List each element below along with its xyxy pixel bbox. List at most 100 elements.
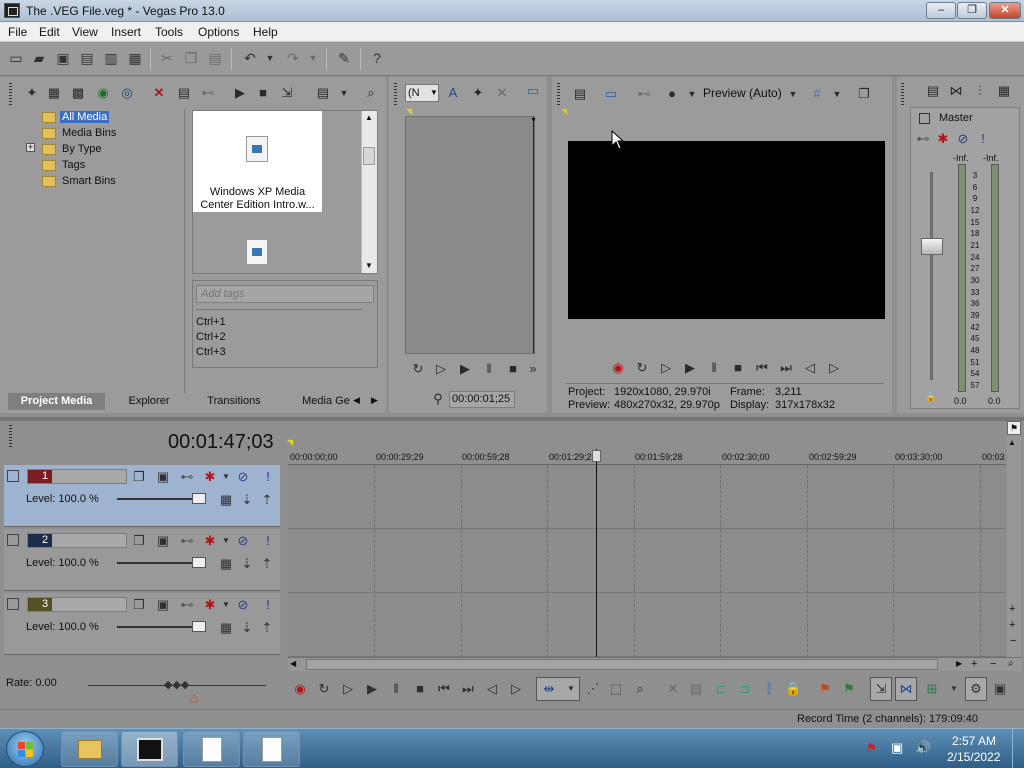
tree-item-smart-bins[interactable]: Smart Bins (62, 175, 116, 187)
trimmer-display-icon[interactable]: ▭ (525, 83, 541, 99)
track-motion-icon[interactable]: ❐ (131, 533, 147, 549)
media-properties-icon[interactable]: ▤ (176, 85, 192, 101)
mixer-meters-icon[interactable]: ⫶ (972, 83, 988, 99)
network-icon[interactable]: ▣ (891, 740, 903, 756)
stop-icon[interactable]: ■ (730, 360, 746, 376)
track-fx-icon[interactable]: ✱ (202, 469, 218, 485)
play-from-start-icon[interactable]: ▷ (340, 681, 356, 697)
maximize-button[interactable]: ❐ (957, 2, 987, 19)
timeline-horizontal-scroll[interactable]: ◀ ▶ + − ⌕ (288, 657, 1022, 671)
show-desktop-button[interactable] (1012, 729, 1024, 768)
track-envelope-icon[interactable]: ▦ (218, 556, 234, 572)
zoom-in-vertical-icon[interactable]: + (1009, 603, 1015, 615)
chevron-down-icon[interactable]: ▼ (946, 681, 962, 697)
lock-events-icon[interactable]: 🔒 (785, 681, 801, 697)
pause-icon[interactable]: ‖ (706, 360, 722, 376)
ripple-edit-icon[interactable]: ⊞ (924, 681, 940, 697)
track-envelope-icon[interactable]: ▦ (218, 492, 234, 508)
track-level-slider[interactable] (117, 562, 194, 564)
text-overlay-icon[interactable]: A (445, 85, 461, 101)
pause-icon[interactable]: ‖ (388, 681, 404, 697)
close-button[interactable]: ✕ (989, 2, 1021, 19)
stop-icon[interactable]: ■ (412, 681, 428, 697)
track-envelope-icon[interactable]: ▦ (218, 620, 234, 636)
trimmer-play-icon[interactable]: ▶ (457, 361, 473, 377)
track-level-handle[interactable] (192, 621, 206, 632)
playhead-handle[interactable] (592, 450, 601, 462)
properties-icon[interactable]: ▦ (127, 50, 143, 66)
trimmer-fx-icon[interactable]: ✦ (470, 85, 486, 101)
track-level-handle[interactable] (192, 557, 206, 568)
zoom-tool-icon[interactable]: ⌕ (1008, 658, 1014, 670)
chevron-down-icon[interactable]: ▼ (218, 469, 234, 485)
trimmer-more-icon[interactable]: » (525, 361, 541, 377)
master-route-icon[interactable]: ⊷ (915, 131, 931, 147)
track-level-slider[interactable] (117, 626, 194, 628)
start-preview-icon[interactable]: ▶ (232, 85, 248, 101)
start-button[interactable] (6, 731, 44, 767)
undo-dropdown-icon[interactable]: ▼ (262, 50, 278, 66)
go-to-start-icon[interactable]: ⏮ (436, 681, 452, 697)
scroll-down-icon[interactable]: ▼ (365, 261, 373, 270)
volume-icon[interactable]: 🔊 (915, 740, 931, 756)
mixer-bus-icon[interactable]: ⋈ (948, 83, 964, 99)
mixer-downmix-icon[interactable]: ▦ (996, 83, 1012, 99)
track-arrow-up-icon[interactable]: ⇡ (259, 620, 275, 636)
tabs-scroll-right-icon[interactable]: ▶ (371, 395, 378, 406)
stop-preview-icon[interactable]: ■ (255, 85, 271, 101)
snapping-icon[interactable]: ▣ (992, 681, 1008, 697)
track-fx-icon[interactable]: ✱ (202, 597, 218, 613)
track-lane-1[interactable] (288, 465, 1006, 529)
remove-media-icon[interactable]: ✕ (151, 85, 167, 101)
clock-time[interactable]: 2:57 AM (952, 734, 996, 748)
track-mute-icon[interactable]: ⊘ (235, 469, 251, 485)
menu-edit[interactable]: Edit (39, 25, 60, 39)
track-minimize-icon[interactable] (7, 598, 19, 610)
selection-tool-icon[interactable]: ⬚ (608, 681, 624, 697)
track-lane-2[interactable] (288, 529, 1006, 593)
menu-file[interactable]: File (8, 25, 27, 39)
track-compositing-icon[interactable]: ▣ (155, 597, 171, 613)
track-mute-icon[interactable]: ⊘ (235, 597, 251, 613)
track-level-slider[interactable] (117, 498, 194, 500)
edit-mode-button[interactable]: ⇹ ▼ (536, 677, 580, 701)
go-to-start-icon[interactable]: ⏮ (754, 360, 770, 376)
vegas-app-icon[interactable] (4, 3, 20, 18)
trimmer-loop-icon[interactable]: ↻ (410, 361, 426, 377)
mixer-properties-icon[interactable]: ▤ (925, 83, 941, 99)
chevron-down-icon[interactable]: ▼ (684, 86, 700, 102)
trim-icon[interactable]: ▤ (688, 681, 704, 697)
master-solo-icon[interactable]: ! (975, 131, 991, 147)
track-parent-icon[interactable]: ⊷ (179, 597, 195, 613)
redo-dropdown-icon[interactable]: ▼ (305, 50, 321, 66)
master-fader-track[interactable] (930, 172, 933, 380)
preview-screen[interactable] (568, 141, 885, 319)
external-monitor-icon[interactable]: ▭ (603, 86, 619, 102)
tab-project-media[interactable]: Project Media (8, 393, 105, 410)
preview-properties-icon[interactable]: ▤ (572, 86, 588, 102)
master-fader-handle[interactable] (921, 238, 943, 255)
record-icon[interactable]: ◉ (292, 681, 308, 697)
timeline-cursor[interactable] (596, 449, 597, 657)
tab-media-generators[interactable]: Media Ge (301, 393, 351, 410)
track-solo-icon[interactable]: ! (260, 533, 276, 549)
tree-expander[interactable]: + (26, 143, 35, 152)
track-arrow-down-icon[interactable]: ⇣ (239, 620, 255, 636)
marker-bar-icon[interactable]: ⚑ (1007, 421, 1021, 435)
previous-frame-icon[interactable]: ◁ (802, 360, 818, 376)
zoom-out-vertical-icon[interactable]: − (1010, 635, 1016, 647)
scroll-right-icon[interactable]: ▶ (956, 659, 962, 668)
trimmer-pause-icon[interactable]: ‖ (481, 361, 497, 377)
tree-item-tags[interactable]: Tags (62, 159, 85, 171)
split-screen-icon[interactable]: ⊷ (636, 86, 652, 102)
track-header-2[interactable]: 2 ❐ ▣ ⊷ ✱ ▼ ⊘ ! Level: 100.0 % ▦ ⇣ ⇡ (4, 529, 280, 591)
tree-item-media-bins[interactable]: Media Bins (62, 127, 116, 139)
track-motion-icon[interactable]: ❐ (131, 597, 147, 613)
document-taskbar-button-1[interactable] (183, 731, 240, 767)
search-media-icon[interactable]: ◎ (119, 85, 135, 101)
trimmer-play-start-icon[interactable]: ▷ (433, 361, 449, 377)
master-mute-icon[interactable]: ⊘ (955, 131, 971, 147)
tree-item-by-type[interactable]: By Type (62, 143, 102, 155)
paste-icon[interactable]: ▤ (207, 50, 223, 66)
cut-icon[interactable]: ✂ (159, 50, 175, 66)
